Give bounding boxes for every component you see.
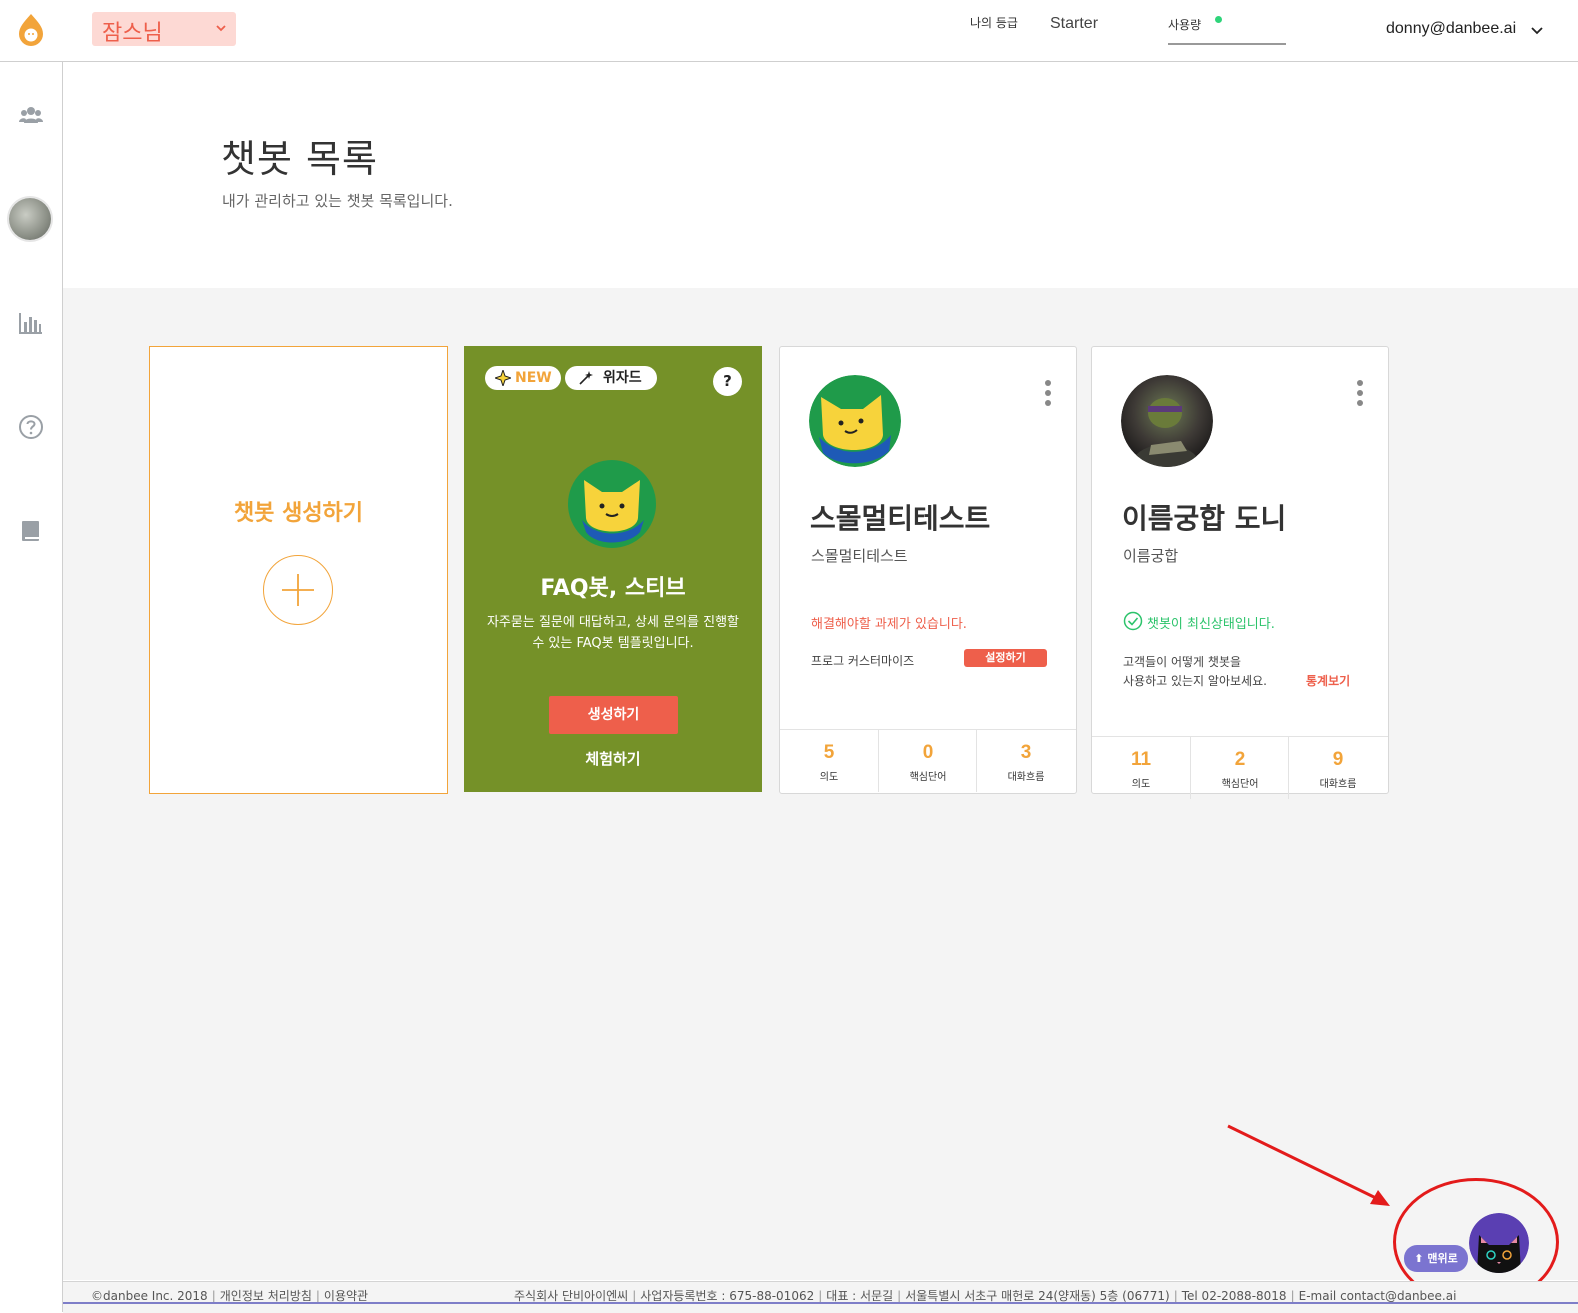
- faq-title: FAQ봇, 스티브: [540, 576, 686, 601]
- users-icon[interactable]: [18, 102, 44, 128]
- usage-status-dot: [1215, 16, 1222, 23]
- faq-create-button[interactable]: 생성하기: [549, 696, 678, 734]
- company-address: 서울특별시 서초구 매헌로 24(양재동) 5층 (06771): [905, 1289, 1170, 1303]
- chatbot-card[interactable]: 이름궁합 도니 이름궁합 챗봇이 최신상태입니다. 고객들이 어떻게 챗봇을 사…: [1091, 346, 1389, 799]
- metric-label: 의도: [1131, 779, 1151, 790]
- metric-keywords[interactable]: 2 핵심단어: [1190, 737, 1289, 799]
- wizard-badge: 위자드: [565, 366, 657, 390]
- more-options-icon[interactable]: [1044, 379, 1052, 407]
- workspace-select[interactable]: 잠스님: [92, 12, 236, 46]
- help-icon[interactable]: [18, 414, 44, 440]
- bot-avatar: [809, 375, 901, 467]
- company-tel: Tel 02-2088-8018: [1181, 1289, 1287, 1303]
- sparkle-icon: [495, 370, 511, 386]
- account-email[interactable]: donny@danbee.ai: [1386, 20, 1516, 38]
- metric-label: 의도: [819, 772, 839, 783]
- bot-avatar-nav[interactable]: [9, 198, 51, 240]
- scroll-to-top-button[interactable]: ⬆ 맨위로: [1404, 1245, 1468, 1272]
- faq-desc-line2: 수 있는 FAQ봇 템플릿입니다.: [532, 636, 694, 651]
- grade-label: 나의 등급: [970, 16, 1018, 30]
- metric-flows[interactable]: 9 대화흐름: [1288, 737, 1387, 799]
- faq-try-link[interactable]: 체험하기: [464, 748, 762, 769]
- create-chatbot-label: 챗봇 생성하기: [233, 501, 364, 526]
- grade-value: Starter: [1050, 15, 1099, 32]
- metric-label: 대화흐름: [1007, 772, 1045, 783]
- copyright: ©danbee Inc. 2018: [91, 1289, 208, 1303]
- metric-value: 3: [1020, 742, 1032, 763]
- faq-help-button[interactable]: ?: [713, 367, 742, 396]
- task-label: 프로그 커스터마이즈: [811, 654, 915, 668]
- page-title: 챗봇 목록: [221, 137, 378, 181]
- metric-value: 11: [1130, 749, 1152, 770]
- company-name: 주식회사 단비아이엔씨: [514, 1289, 629, 1303]
- metric-label: 핵심단어: [1221, 779, 1259, 790]
- faq-desc-line1: 자주묻는 질문에 대답하고, 상세 문의를 진행할: [486, 615, 740, 630]
- footer: ©danbee Inc. 2018 | 개인정보 처리방침 | 이용약관 주식회사 단비…: [63, 1281, 1578, 1313]
- metric-value: 0: [922, 742, 934, 763]
- task-settings-button[interactable]: 설정하기: [964, 649, 1047, 667]
- top-bar: 잠스님 나의 등급 Starter 사용량 donny@danbee.ai: [0, 0, 1578, 62]
- metric-value: 5: [823, 742, 835, 763]
- bot-status-text: 챗봇이 최신상태입니다.: [1147, 617, 1275, 632]
- metric-value: 9: [1332, 749, 1344, 770]
- workspace-name: 잠스님: [102, 21, 163, 46]
- metric-flows[interactable]: 3 대화흐름: [976, 730, 1075, 792]
- check-circle-icon: [1123, 611, 1143, 631]
- stats-hint-line2: 사용하고 있는지 알아보세요.: [1123, 674, 1267, 688]
- ceo-name: 대표 : 서문길: [826, 1289, 894, 1303]
- page-header: 챗봇 목록 내가 관리하고 있는 챗봇 목록입니다.: [63, 62, 1578, 288]
- chevron-down-icon: [216, 25, 226, 32]
- plus-icon[interactable]: [263, 555, 333, 625]
- create-chatbot-card[interactable]: 챗봇 생성하기: [149, 346, 448, 794]
- chatbot-card[interactable]: 스몰멀티테스트 스몰멀티테스트 해결해야할 과제가 있습니다. 프로그 커스터마…: [779, 346, 1077, 794]
- bot-description: 이름궁합: [1123, 547, 1179, 565]
- metric-value: 2: [1234, 749, 1246, 770]
- new-badge-label: NEW: [515, 370, 552, 386]
- usage-label: 사용량: [1168, 18, 1202, 32]
- faq-template-card: NEW 위자드 ? FAQ봇, 스티브 자주묻는 질문에 대답하고, 상세 문의…: [464, 346, 762, 792]
- account-chevron-down-icon[interactable]: [1530, 24, 1544, 38]
- steve-cat-avatar: [568, 460, 656, 548]
- metric-keywords[interactable]: 0 핵심단어: [878, 730, 977, 792]
- metric-label: 대화흐름: [1319, 779, 1357, 790]
- bot-avatar: [1121, 375, 1213, 467]
- book-icon[interactable]: [18, 518, 44, 544]
- stats-hint-line1: 고객들이 어떻게 챗봇을: [1123, 655, 1242, 669]
- sidebar: [0, 62, 63, 1312]
- more-options-icon[interactable]: [1356, 379, 1364, 407]
- bottom-border: [63, 1302, 1578, 1304]
- privacy-link[interactable]: 개인정보 처리방침: [220, 1289, 312, 1303]
- new-badge: NEW: [485, 366, 561, 390]
- metric-intents[interactable]: 5 의도: [780, 730, 878, 792]
- business-number: 사업자등록번호 : 675-88-01062: [640, 1289, 815, 1303]
- metric-label: 핵심단어: [909, 772, 947, 783]
- usage-indicator[interactable]: 사용량: [1168, 14, 1286, 45]
- annotation-arrow: [1227, 1124, 1390, 1206]
- page-subtitle: 내가 관리하고 있는 챗봇 목록입니다.: [222, 192, 453, 210]
- magic-wand-icon: [579, 371, 593, 385]
- bot-metrics: 5 의도 0 핵심단어 3 대화흐름: [780, 729, 1076, 792]
- terms-link[interactable]: 이용약관: [324, 1289, 368, 1303]
- bar-chart-icon[interactable]: [18, 310, 44, 336]
- danbee-logo-icon[interactable]: [16, 12, 46, 48]
- metric-intents[interactable]: 11 의도: [1092, 737, 1190, 799]
- wizard-badge-label: 위자드: [603, 370, 642, 386]
- chat-launcher-cat-icon[interactable]: [1469, 1213, 1529, 1273]
- bot-metrics: 11 의도 2 핵심단어 9 대화흐름: [1092, 736, 1388, 799]
- company-email: E-mail contact@danbee.ai: [1298, 1289, 1457, 1303]
- bot-status-warning: 해결해야할 과제가 있습니다.: [811, 617, 967, 632]
- bot-name: 이름궁합 도니: [1122, 502, 1287, 535]
- bot-name: 스몰멀티테스트: [810, 502, 991, 535]
- bot-description: 스몰멀티테스트: [811, 547, 908, 565]
- view-stats-link[interactable]: 통계보기: [1306, 672, 1350, 689]
- stats-hint: 고객들이 어떻게 챗봇을 사용하고 있는지 알아보세요.: [1123, 653, 1267, 691]
- faq-description: 자주묻는 질문에 대답하고, 상세 문의를 진행할 수 있는 FAQ봇 템플릿입…: [478, 612, 748, 654]
